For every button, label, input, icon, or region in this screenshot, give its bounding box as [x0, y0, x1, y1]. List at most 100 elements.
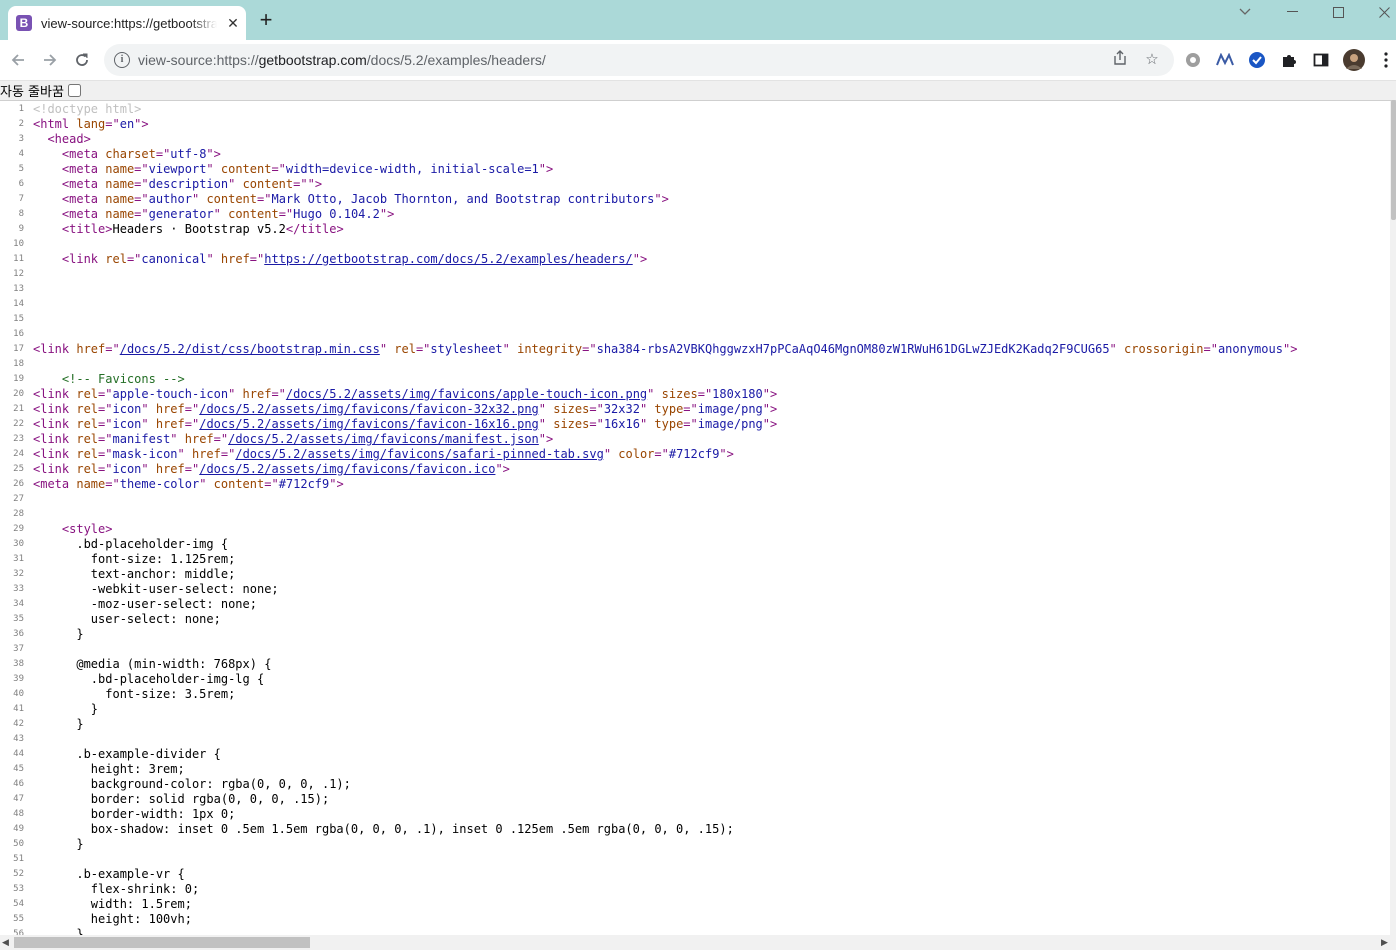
- line-number: 31: [13, 554, 24, 564]
- tab-close-icon[interactable]: ✕: [225, 15, 241, 32]
- source-link[interactable]: /docs/5.2/assets/img/favicons/favicon-32…: [199, 402, 539, 416]
- source-line: 17 <link href="/docs/5.2/dist/css/bootstr…: [0, 342, 1390, 357]
- source-token: author: [148, 192, 192, 206]
- line-code: border: solid rgba(0, 0, 0, .15);: [33, 792, 329, 807]
- source-token: width=device-width, initial-scale=1: [285, 162, 539, 176]
- source-line: 1 <!doctype html>: [0, 102, 1390, 117]
- line-number: 46: [13, 779, 24, 789]
- line-code: <link rel="icon" href="/docs/5.2/assets/…: [33, 417, 777, 432]
- source-line: 43: [0, 732, 1390, 747]
- maximize-icon[interactable]: [1315, 0, 1361, 24]
- star-icon[interactable]: ☆: [1142, 50, 1162, 70]
- source-token: <link: [33, 342, 77, 356]
- source-token: href: [76, 342, 106, 356]
- source-line: 4 <meta charset="utf-8">: [0, 147, 1390, 162]
- line-number: 8: [18, 209, 24, 219]
- source-link[interactable]: /docs/5.2/assets/img/favicons/favicon.ic…: [199, 462, 495, 476]
- source-token: [33, 192, 62, 206]
- source-token: user-select: none;: [33, 612, 221, 626]
- sidebar-icon[interactable]: [1311, 50, 1331, 70]
- line-code: user-select: none;: [33, 612, 221, 627]
- source-token: ": [141, 402, 156, 416]
- source-link[interactable]: /docs/5.2/dist/css/bootstrap.min.css: [120, 342, 380, 356]
- source-token: ": [639, 402, 655, 416]
- source-token: rel: [394, 342, 416, 356]
- back-arrow-icon[interactable]: [6, 48, 30, 72]
- forward-arrow-icon[interactable]: [38, 48, 62, 72]
- source-token: =": [184, 402, 200, 416]
- source-line: 36 }: [0, 627, 1390, 642]
- source-token: [33, 252, 62, 266]
- source-link[interactable]: https://getbootstrap.com/docs/5.2/exampl…: [264, 252, 632, 266]
- source-token: icon: [112, 462, 142, 476]
- wave-extension-icon[interactable]: [1215, 50, 1235, 70]
- source-token: <link: [33, 462, 77, 476]
- source-token: ">: [329, 477, 344, 491]
- source-token: crossorigin: [1124, 342, 1204, 356]
- source-token: name: [105, 207, 135, 221]
- source-line: 18: [0, 357, 1390, 372]
- source-token: =": [155, 147, 171, 161]
- reload-icon[interactable]: [70, 48, 94, 72]
- source-link[interactable]: /docs/5.2/assets/img/favicons/manifest.j…: [228, 432, 539, 446]
- source-token: =": [184, 462, 200, 476]
- line-number: 44: [13, 749, 24, 759]
- source-token: <meta: [61, 162, 106, 176]
- source-token: border-width: 1px 0;: [33, 807, 236, 821]
- line-number: 13: [13, 284, 24, 294]
- line-wrap-checkbox[interactable]: [67, 84, 81, 97]
- line-number: 21: [13, 404, 24, 414]
- horizontal-scrollbar-thumb[interactable]: [14, 937, 310, 948]
- puzzle-icon[interactable]: [1279, 50, 1299, 70]
- new-tab-plus-icon[interactable]: +: [256, 9, 276, 31]
- source-line: 13: [0, 282, 1390, 297]
- source-link[interactable]: /docs/5.2/assets/img/favicons/favicon-16…: [199, 417, 539, 431]
- line-code: -webkit-user-select: none;: [33, 582, 279, 597]
- tab-title: view-source:https://getbootstrap.com/doc…: [41, 15, 217, 31]
- source-token: height: 3rem;: [33, 762, 185, 776]
- source-token: =": [98, 402, 113, 416]
- source-token: ">: [538, 432, 554, 446]
- line-code: <meta name="author" content="Mark Otto, …: [33, 192, 669, 207]
- more-menu-icon[interactable]: [1376, 50, 1396, 70]
- source-token: =": [589, 402, 604, 416]
- source-token: <link: [61, 252, 106, 266]
- close-window-icon[interactable]: [1361, 0, 1396, 24]
- browser-tab-active[interactable]: B view-source:https://getbootstrap.com/d…: [8, 6, 246, 40]
- scroll-right-arrow-icon[interactable]: ▶: [1381, 937, 1388, 948]
- source-token: =": [98, 417, 113, 431]
- vertical-scrollbar-thumb[interactable]: [1391, 100, 1396, 220]
- line-code: height: 100vh;: [33, 912, 192, 927]
- source-token: color: [618, 447, 655, 461]
- scroll-left-arrow-icon[interactable]: ◀: [2, 937, 9, 948]
- source-line: 33 -webkit-user-select: none;: [0, 582, 1390, 597]
- source-token: sizes: [553, 417, 590, 431]
- line-number: 24: [13, 449, 24, 459]
- tab-search-chevron-icon[interactable]: [1222, 0, 1268, 24]
- source-token: ">: [632, 252, 648, 266]
- address-bar[interactable]: i view-source:https://getbootstrap.com/d…: [104, 44, 1174, 76]
- source-line: 22 <link rel="icon" href="/docs/5.2/asset…: [0, 417, 1390, 432]
- info-icon[interactable]: i: [114, 52, 130, 68]
- share-icon[interactable]: [1110, 50, 1130, 70]
- profile-avatar[interactable]: [1342, 48, 1366, 72]
- source-token: href: [155, 462, 185, 476]
- minimize-icon[interactable]: [1269, 0, 1315, 24]
- line-number: 19: [13, 374, 24, 384]
- source-line: 6 <meta name="description" content="">: [0, 177, 1390, 192]
- check-extension-icon[interactable]: [1247, 50, 1267, 70]
- line-number: 30: [13, 539, 24, 549]
- source-token: name: [76, 477, 106, 491]
- source-token: =": [105, 117, 120, 131]
- source-token: background-color: rgba(0, 0, 0, .1);: [33, 777, 351, 791]
- line-number: 6: [18, 179, 24, 189]
- source-link[interactable]: /docs/5.2/assets/img/favicons/apple-touc…: [286, 387, 647, 401]
- vertical-scrollbar[interactable]: [1390, 101, 1396, 935]
- settings-extension-icon[interactable]: [1183, 50, 1203, 70]
- source-token: =": [415, 342, 431, 356]
- line-code: .b-example-vr {: [33, 867, 184, 882]
- source-link[interactable]: /docs/5.2/assets/img/favicons/safari-pin…: [235, 447, 603, 461]
- source-line: 15: [0, 312, 1390, 327]
- source-token: [33, 162, 62, 176]
- url-text[interactable]: view-source:https://getbootstrap.com/doc…: [138, 52, 546, 68]
